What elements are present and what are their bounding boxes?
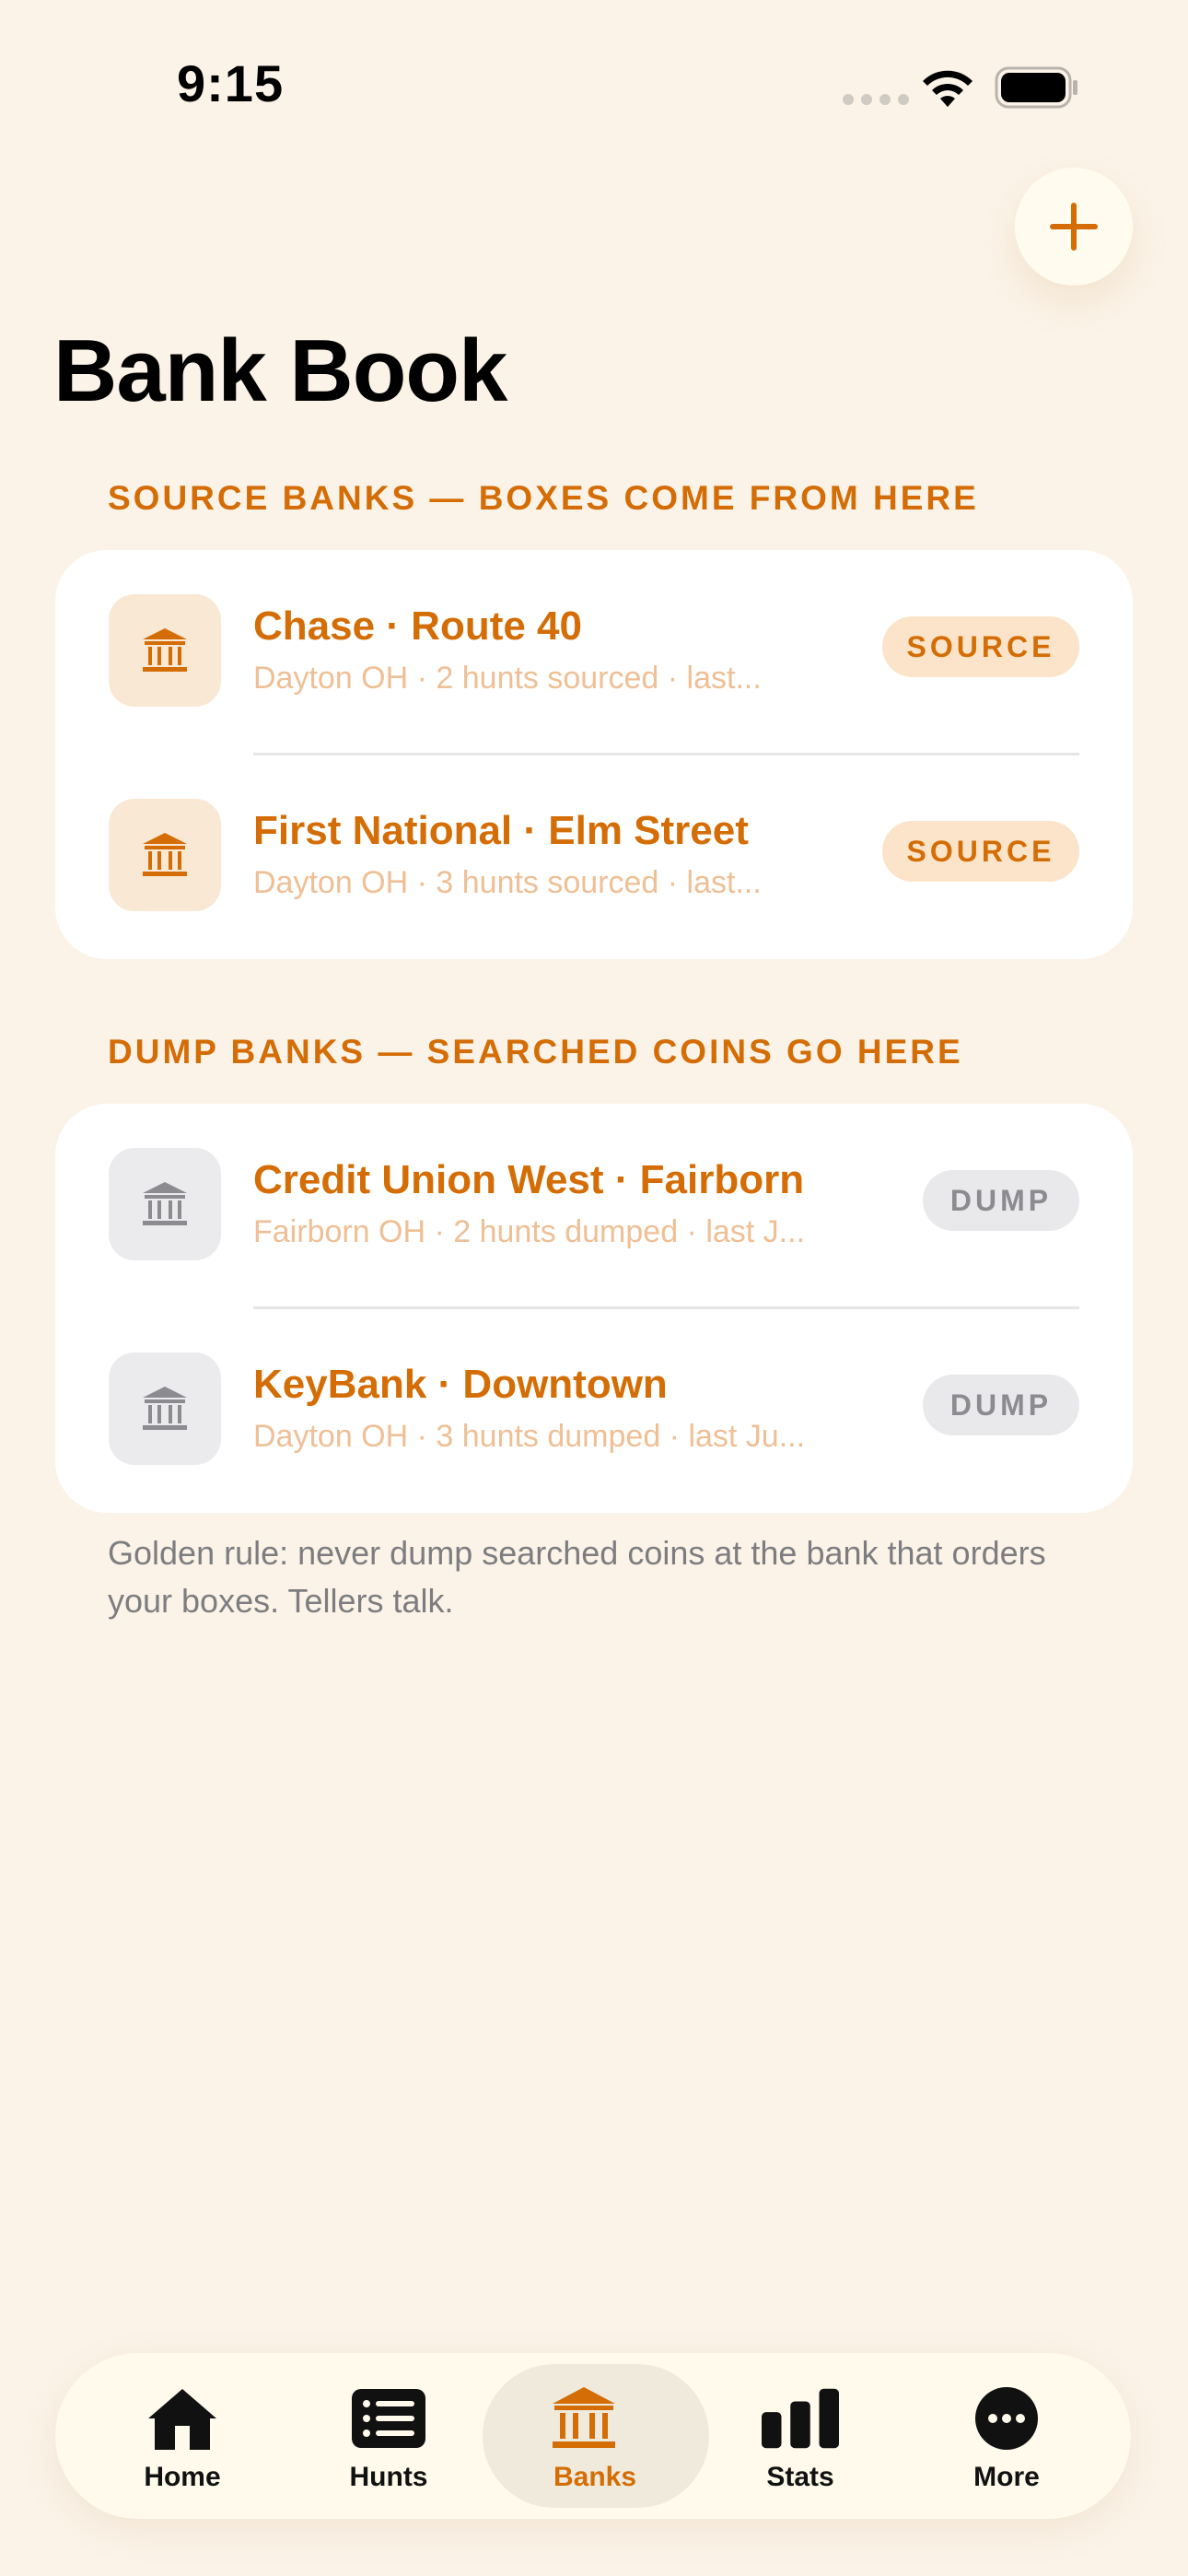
tab-label: Banks xyxy=(553,2462,637,2492)
bank-detail: Dayton OH · 3 hunts dumped · last Ju... xyxy=(253,1419,806,1454)
tab-home[interactable]: Home xyxy=(79,2353,285,2519)
wifi-icon xyxy=(923,70,973,107)
status-bar: 9:15 xyxy=(0,0,1188,175)
tab-hunts[interactable]: Hunts xyxy=(285,2353,492,2519)
ellipsis-icon xyxy=(968,2384,1045,2453)
bank-name: Credit Union West · Fairborn xyxy=(253,1157,805,1202)
dump-section-label: DUMP BANKS — SEARCHED COINS GO HERE xyxy=(108,1033,963,1071)
tab-more[interactable]: More xyxy=(903,2353,1110,2519)
tab-label: Home xyxy=(144,2462,221,2492)
list-item[interactable]: Credit Union West · Fairborn Fairborn OH… xyxy=(55,1104,1133,1309)
plus-icon xyxy=(1050,203,1098,251)
house-icon xyxy=(144,2384,221,2453)
dump-badge: DUMP xyxy=(923,1170,1079,1231)
bank-name: KeyBank · Downtown xyxy=(253,1362,668,1407)
tab-stats[interactable]: Stats xyxy=(697,2353,903,2519)
list-item[interactable]: Chase · Route 40 Dayton OH · 2 hunts sou… xyxy=(55,550,1133,755)
dump-banks-card: Credit Union West · Fairborn Fairborn OH… xyxy=(55,1104,1133,1513)
source-badge: SOURCE xyxy=(882,616,1079,677)
golden-rule-note: Golden rule: never dump searched coins a… xyxy=(108,1534,1046,1620)
bank-icon xyxy=(109,1352,221,1465)
list-icon xyxy=(350,2384,427,2453)
bank-icon xyxy=(109,1148,221,1260)
list-item[interactable]: KeyBank · Downtown Dayton OH · 3 hunts d… xyxy=(55,1308,1133,1513)
bar-chart-icon xyxy=(762,2384,839,2453)
status-time: 9:15 xyxy=(177,54,285,112)
tab-label: Hunts xyxy=(349,2462,428,2492)
battery-icon xyxy=(995,66,1077,109)
bank-icon xyxy=(545,2384,623,2453)
bank-detail: Dayton OH · 2 hunts sourced · last... xyxy=(253,661,762,696)
source-badge: SOURCE xyxy=(882,821,1079,882)
add-bank-button[interactable] xyxy=(1015,168,1133,286)
tab-bar: Home Hunts Banks Stats More xyxy=(55,2353,1131,2519)
tab-label: More xyxy=(973,2462,1040,2492)
bank-icon xyxy=(109,799,221,911)
source-banks-card: Chase · Route 40 Dayton OH · 2 hunts sou… xyxy=(55,550,1133,959)
tab-label: Stats xyxy=(766,2462,834,2492)
page-title: Bank Book xyxy=(53,322,507,420)
cellular-signal-icon xyxy=(843,94,909,105)
dump-badge: DUMP xyxy=(923,1375,1079,1435)
list-item[interactable]: First National · Elm Street Dayton OH · … xyxy=(55,755,1133,959)
bank-detail: Fairborn OH · 2 hunts dumped · last J... xyxy=(253,1214,806,1249)
bank-name: First National · Elm Street xyxy=(253,808,749,853)
bank-detail: Dayton OH · 3 hunts sourced · last... xyxy=(253,865,762,900)
source-section-label: SOURCE BANKS — BOXES COME FROM HERE xyxy=(108,479,979,517)
bank-icon xyxy=(109,594,221,707)
bank-name: Chase · Route 40 xyxy=(253,603,582,649)
tab-banks[interactable]: Banks xyxy=(481,2353,709,2519)
